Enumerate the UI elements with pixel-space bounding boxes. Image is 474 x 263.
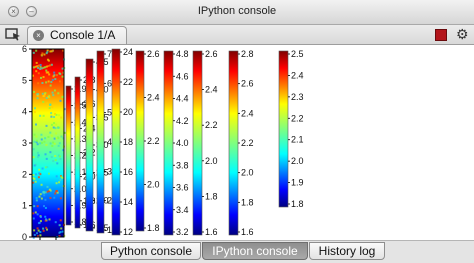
- colorbar: [163, 50, 174, 236]
- colorbar-tick-label: 1.6: [241, 227, 254, 237]
- main-axis-tick-label: 2: [22, 169, 27, 179]
- main-axis-tick-label: 0: [22, 232, 27, 240]
- colorbar-tick-label: 2.1: [291, 135, 304, 145]
- colorbar-tick-label: 2.5: [291, 49, 304, 59]
- colorbar-tick-label: 2.2: [205, 120, 218, 130]
- main-axis-tick-label: 1: [22, 201, 27, 211]
- colorbar-tick-label: 4: [107, 137, 112, 147]
- colorbar-tick-label: 2.4: [205, 85, 218, 95]
- colorbar-tick-label: 1.8: [147, 223, 160, 233]
- colorbar-tick-label: 1.6: [205, 227, 218, 237]
- colorbar-tick-label: 2.4: [291, 70, 304, 80]
- colorbar: [278, 50, 289, 208]
- colorbar-tick-label: 14: [123, 197, 133, 207]
- plot-output: 65432102.92.52.42.32.22.12.01.91.82.82.6…: [0, 45, 474, 240]
- main-axis-tick-label: 4: [22, 107, 27, 117]
- colorbar-figure: 65432102.92.52.42.32.22.12.01.91.82.82.6…: [22, 45, 304, 240]
- colorbar-tick-label: 18: [123, 137, 133, 147]
- colorbar-tick-label: 20: [123, 107, 133, 117]
- colorbar: [228, 50, 239, 236]
- colorbar-tick-label: 2.0: [147, 180, 160, 190]
- colorbar-tick-label: 2.4: [147, 93, 160, 103]
- colorbar: [65, 85, 72, 226]
- colorbar-tick-label: 3.6: [176, 183, 189, 193]
- colorbar: [192, 50, 203, 236]
- colorbar: [96, 50, 105, 234]
- colorbar-tick-label: 4.2: [176, 116, 189, 126]
- colorbar-tick-label: 7: [107, 49, 112, 59]
- stop-icon[interactable]: [435, 29, 447, 41]
- title-bar: × – IPython console: [0, 0, 474, 25]
- colorbar-tick-label: 12: [123, 227, 133, 237]
- tab-python-console[interactable]: Python console: [101, 242, 201, 260]
- colorbar-tick-label: 3.8: [176, 160, 189, 170]
- console-switcher: Python console IPython console History l…: [0, 240, 474, 263]
- console-tab-bar: × Console 1/A ⚙: [0, 25, 474, 45]
- colorbar-tick-label: 3.4: [176, 205, 189, 215]
- main-axis-tick-label: 3: [22, 138, 27, 148]
- colorbar-tick-label: 5: [107, 108, 112, 118]
- colorbar-tick-label: 4.4: [176, 94, 189, 104]
- colorbar-tick-label: 1.8: [241, 197, 254, 207]
- tab-label: Console 1/A: [50, 28, 116, 42]
- tab-console[interactable]: × Console 1/A: [27, 26, 127, 44]
- colorbar-tick-label: 2.4: [241, 108, 254, 118]
- close-tab-icon[interactable]: ×: [33, 30, 44, 41]
- colorbar-tick-label: 2.2: [291, 113, 304, 123]
- colorbar-tick-label: 2.6: [147, 49, 160, 59]
- colorbar-tick-label: 2.2: [147, 136, 160, 146]
- colorbar: [74, 76, 81, 229]
- colorbar-tick-label: 4.8: [176, 49, 189, 59]
- colorbar-tick-label: 1.8: [291, 199, 304, 209]
- colorbar-tick-label: 2: [107, 196, 112, 206]
- colorbar-tick-label: 4.6: [176, 71, 189, 81]
- browse-tabs-icon[interactable]: [5, 27, 21, 41]
- colorbar: [111, 48, 121, 236]
- colorbar-tick-label: 2.2: [241, 138, 254, 148]
- colorbar-tick-label: 2.6: [205, 49, 218, 59]
- window-title: IPython console: [197, 5, 277, 17]
- colorbar: [135, 50, 145, 232]
- colorbar-tick-label: 2.0: [205, 156, 218, 166]
- colorbar-tick-label: 3: [107, 166, 112, 176]
- colorbar-tick-label: 1: [107, 225, 112, 235]
- colorbar-tick-label: 2.0: [291, 156, 304, 166]
- colorbar-tick-label: 3.2: [176, 227, 189, 237]
- colorbar-tick-label: 6: [107, 78, 112, 88]
- colorbar-tick-label: 4.0: [176, 138, 189, 148]
- colorbar-tick-label: 16: [123, 167, 133, 177]
- colorbar-tick-label: 1.9: [291, 178, 304, 188]
- gear-icon[interactable]: ⚙: [456, 26, 469, 42]
- tab-history-log[interactable]: History log: [309, 242, 385, 260]
- colorbar-tick-label: 2.0: [241, 168, 254, 178]
- colorbar-tick-label: 2.6: [241, 79, 254, 89]
- colorbar-tick-label: 2.3: [291, 92, 304, 102]
- colorbar: [85, 58, 94, 232]
- colorbar-tick-label: 1.8: [205, 191, 218, 201]
- main-axis-tick-label: 6: [22, 45, 27, 54]
- colorbar-tick-label: 22: [123, 77, 133, 87]
- main-axis-tick-label: 5: [22, 75, 27, 85]
- colorbar-tick-label: 24: [123, 47, 133, 57]
- colorbar-tick-label: 2.8: [241, 49, 254, 59]
- tab-ipython-console[interactable]: IPython console: [202, 242, 308, 260]
